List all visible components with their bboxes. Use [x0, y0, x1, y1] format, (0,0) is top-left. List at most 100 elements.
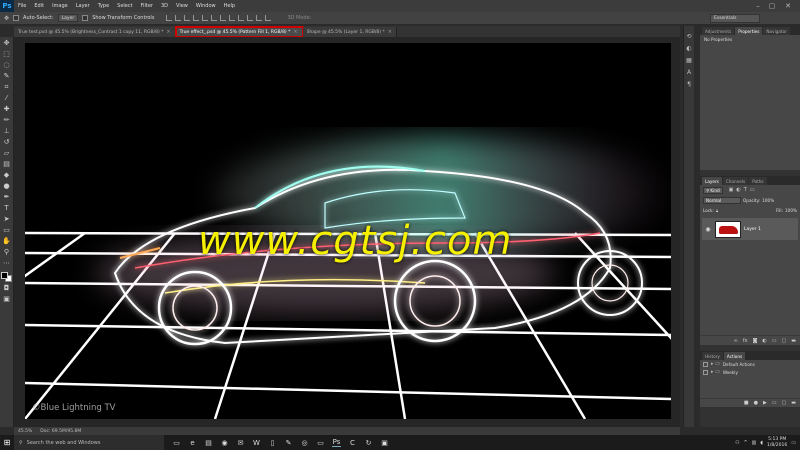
- tab-history[interactable]: History: [702, 352, 723, 360]
- photoshop-task-icon[interactable]: Ps: [332, 438, 341, 447]
- opacity-value[interactable]: 100%: [762, 198, 774, 203]
- volume-icon[interactable]: ◖: [760, 440, 763, 446]
- close-icon[interactable]: ×: [166, 29, 170, 35]
- screen-mode-icon[interactable]: ▣: [2, 295, 12, 304]
- auto-select-checkbox[interactable]: [13, 15, 20, 21]
- history-brush-tool-icon[interactable]: ↺: [2, 138, 12, 147]
- paragraph-panel-icon[interactable]: ¶: [685, 80, 693, 88]
- eye-icon[interactable]: ◉: [704, 226, 712, 233]
- tab-channels[interactable]: Channels: [722, 177, 749, 185]
- distribute-left-icon[interactable]: [247, 15, 254, 21]
- capture-app-icon[interactable]: C: [348, 438, 357, 447]
- fill-value[interactable]: 100%: [785, 208, 797, 213]
- network-icon[interactable]: ▥: [752, 440, 757, 446]
- pen-tool-icon[interactable]: ✒: [2, 193, 12, 202]
- eraser-tool-icon[interactable]: ▱: [2, 149, 12, 158]
- menu-filter[interactable]: Filter: [137, 3, 157, 9]
- windows-start-icon[interactable]: ⊞: [0, 435, 14, 450]
- trash-icon[interactable]: ▬: [791, 400, 796, 406]
- menu-window[interactable]: Window: [192, 3, 220, 9]
- mask-icon[interactable]: ◙: [753, 338, 758, 344]
- quick-mask-icon[interactable]: ◘: [2, 284, 12, 293]
- quick-select-tool-icon[interactable]: ✎: [2, 72, 12, 81]
- auto-select-dropdown[interactable]: Layer: [57, 14, 79, 22]
- menu-view[interactable]: View: [172, 3, 192, 9]
- color-panel-icon[interactable]: ◐: [685, 44, 693, 52]
- media-player-icon[interactable]: ◉: [220, 438, 229, 447]
- tab-adjustments[interactable]: Adjustments: [702, 27, 735, 35]
- history-panel-icon[interactable]: ⟲: [685, 32, 693, 40]
- lock-icon[interactable]: 🔒︎: [716, 208, 718, 213]
- align-left-icon[interactable]: [193, 15, 200, 21]
- folder-app-icon[interactable]: ▭: [316, 438, 325, 447]
- hand-tool-icon[interactable]: ✋: [2, 237, 12, 246]
- menu-edit[interactable]: Edit: [30, 3, 48, 9]
- taskbar-search[interactable]: ⚲ Search the web and Windows: [14, 435, 164, 450]
- close-icon[interactable]: ×: [293, 29, 297, 35]
- chevron-up-icon[interactable]: ^: [743, 440, 747, 446]
- notes-icon[interactable]: ✎: [284, 438, 293, 447]
- task-view-icon[interactable]: ▭: [172, 438, 181, 447]
- tab-paths[interactable]: Paths: [749, 177, 767, 185]
- layer-row[interactable]: ◉ Layer 1: [702, 218, 798, 240]
- maximize-button[interactable]: ▢: [766, 0, 778, 12]
- menu-help[interactable]: Help: [220, 3, 239, 9]
- align-bottom-icon[interactable]: [184, 15, 191, 21]
- file-explorer-icon[interactable]: ▤: [204, 438, 213, 447]
- new-set-icon[interactable]: ▭: [772, 400, 777, 406]
- action-toggle-checkbox[interactable]: [703, 361, 708, 367]
- minimize-button[interactable]: –: [752, 0, 764, 12]
- menu-file[interactable]: File: [14, 3, 30, 9]
- blur-tool-icon[interactable]: ◆: [2, 171, 12, 180]
- kind-filter-dropdown[interactable]: ⚲ Kind: [703, 186, 723, 194]
- align-right-icon[interactable]: [211, 15, 218, 21]
- document-icon[interactable]: ▯: [268, 438, 277, 447]
- notifications-icon[interactable]: ▭: [791, 440, 796, 446]
- distribute-center-icon[interactable]: [256, 15, 263, 21]
- align-middle-icon[interactable]: [175, 15, 182, 21]
- mail-icon[interactable]: ✉: [236, 438, 245, 447]
- edge-icon[interactable]: e: [188, 438, 197, 447]
- eyedropper-tool-icon[interactable]: ⁄: [2, 94, 12, 103]
- document-canvas[interactable]: www.cgtsj.com ©Blue Lightning TV: [25, 43, 671, 419]
- type-tool-icon[interactable]: T: [2, 204, 12, 213]
- align-center-icon[interactable]: [202, 15, 209, 21]
- tab-properties[interactable]: Properties: [735, 27, 763, 35]
- menu-image[interactable]: Image: [48, 3, 72, 9]
- transform-controls-checkbox[interactable]: [82, 15, 89, 21]
- tab-shape[interactable]: Shape @ 45.5% (Layer 1, RGB/8) * ×: [302, 27, 397, 37]
- menu-3d[interactable]: 3D: [157, 3, 172, 9]
- clone-stamp-tool-icon[interactable]: ⊥: [2, 127, 12, 136]
- lasso-tool-icon[interactable]: ◌: [2, 61, 12, 70]
- menu-layer[interactable]: Layer: [72, 3, 94, 9]
- zoom-level[interactable]: 45.5%: [18, 429, 32, 434]
- distribute-right-icon[interactable]: [265, 15, 272, 21]
- word-icon[interactable]: W: [252, 438, 261, 447]
- blend-mode-dropdown[interactable]: Normal: [703, 196, 741, 204]
- link-icon[interactable]: ∞: [734, 338, 738, 344]
- action-set-row[interactable]: ▸ ▭ Weekly: [700, 368, 800, 376]
- action-set-row[interactable]: ▸ ▭ Default Actions: [700, 360, 800, 368]
- stop-icon[interactable]: ■: [744, 400, 749, 406]
- tab-navigator[interactable]: Navigator: [763, 27, 790, 35]
- camtasia-icon[interactable]: ▣: [380, 438, 389, 447]
- adjust-filter-icon[interactable]: ◐: [736, 187, 740, 193]
- record-icon[interactable]: ●: [754, 400, 758, 406]
- adjustment-icon[interactable]: ◐: [762, 338, 766, 344]
- chrome-icon[interactable]: ◎: [300, 438, 309, 447]
- align-top-icon[interactable]: [166, 15, 173, 21]
- trash-icon[interactable]: ▬: [791, 338, 796, 344]
- tab-true-effect[interactable]: True effect_.psd @ 45.5% (Pattern Fill 1…: [174, 26, 304, 38]
- path-select-tool-icon[interactable]: ➤: [2, 215, 12, 224]
- clock[interactable]: 5:13 PM 1/8/2016: [767, 437, 787, 449]
- tab-true-test[interactable]: True test.psd @ 45.5% (Brightness_Contra…: [14, 27, 176, 37]
- tab-layers[interactable]: Layers: [702, 177, 722, 185]
- color-swatches[interactable]: [1, 272, 12, 282]
- new-action-icon[interactable]: ▢: [782, 400, 787, 406]
- shape-filter-icon[interactable]: ▭: [750, 187, 755, 193]
- crop-tool-icon[interactable]: ⌗: [2, 83, 12, 92]
- pixel-filter-icon[interactable]: ▣: [729, 187, 734, 193]
- play-icon[interactable]: ▶: [763, 400, 767, 406]
- zoom-tool-icon[interactable]: ⚲: [2, 248, 12, 257]
- brush-tool-icon[interactable]: ✏: [2, 116, 12, 125]
